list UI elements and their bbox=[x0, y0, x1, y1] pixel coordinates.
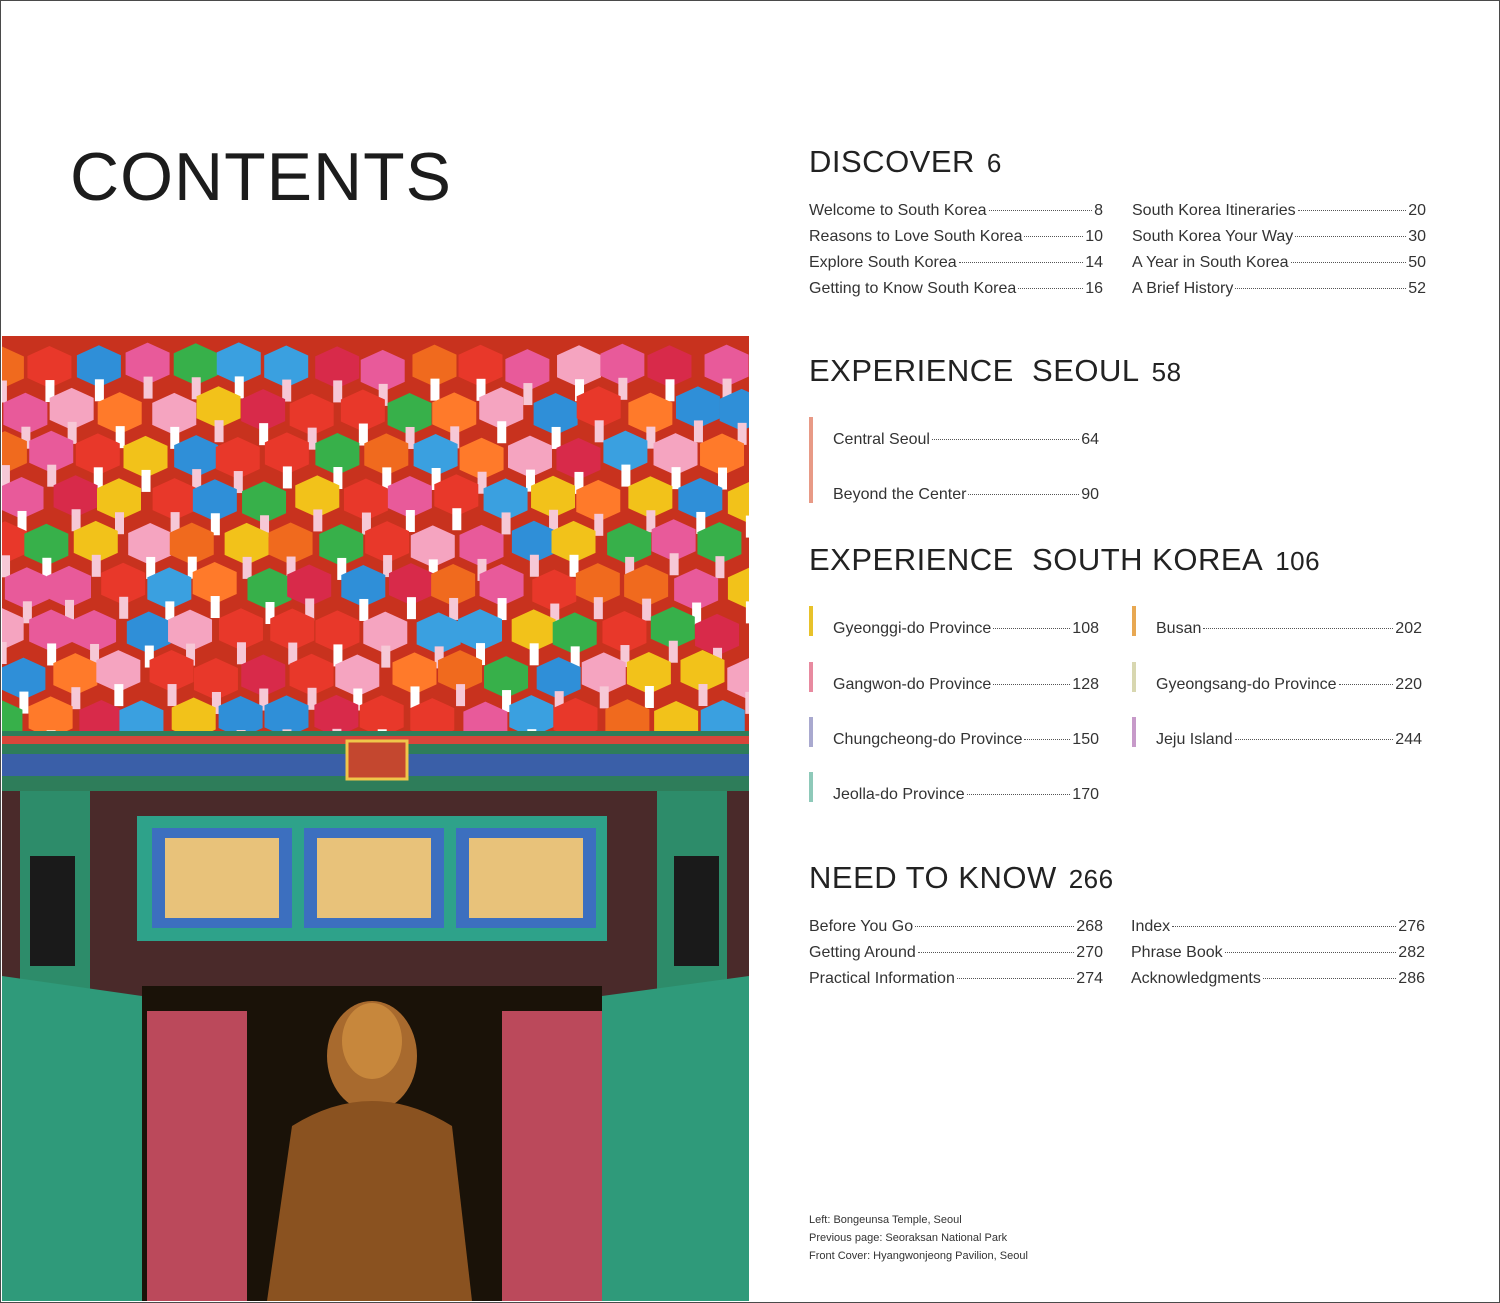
korea-list-left: Gyeonggi-do Province 108 Gangwon-do Provi… bbox=[833, 620, 1099, 820]
discover-list-right: South Korea Itineraries 20 South Korea Yo… bbox=[1132, 202, 1426, 312]
credit-line: Previous page: Seoraksan National Park bbox=[809, 1232, 1008, 1244]
jeju-accent-bar bbox=[1132, 717, 1136, 747]
discover-list-left: Welcome to South Korea 8 Reasons to Love … bbox=[809, 202, 1103, 312]
toc-entry[interactable]: Acknowledgments 286 bbox=[1131, 970, 1425, 992]
gangwon-accent-bar bbox=[809, 662, 813, 692]
toc-entry[interactable]: Practical Information 274 bbox=[809, 970, 1103, 992]
toc-entry[interactable]: Gyeonggi-do Province 108 bbox=[833, 620, 1099, 642]
toc-entry[interactable]: Central Seoul 64 bbox=[833, 431, 1099, 453]
seoul-heading: EXPERIENCE SEOUL 58 bbox=[809, 353, 1182, 389]
toc-entry[interactable]: Welcome to South Korea 8 bbox=[809, 202, 1103, 224]
gyeongsang-accent-bar bbox=[1132, 662, 1136, 692]
need-heading: NEED TO KNOW 266 bbox=[809, 860, 1114, 896]
credit-line: Front Cover: Hyangwonjeong Pavilion, Seo… bbox=[809, 1250, 1028, 1262]
toc-entry[interactable]: Chungcheong-do Province 150 bbox=[833, 731, 1099, 753]
discover-heading: DISCOVER 6 bbox=[809, 144, 1002, 180]
toc-entry[interactable]: Getting to Know South Korea 16 bbox=[809, 280, 1103, 302]
toc-entry[interactable]: Explore South Korea 14 bbox=[809, 254, 1103, 276]
discover-heading-page: 6 bbox=[986, 148, 1002, 178]
toc-entry[interactable]: Before You Go 268 bbox=[809, 918, 1103, 940]
korea-heading-page: 106 bbox=[1275, 546, 1321, 576]
toc-entry[interactable]: Index 276 bbox=[1131, 918, 1425, 940]
seoul-heading-text: EXPERIENCE SEOUL bbox=[809, 353, 1140, 388]
need-heading-page: 266 bbox=[1068, 864, 1114, 894]
toc-entry[interactable]: Beyond the Center 90 bbox=[833, 486, 1099, 508]
korea-heading-text: EXPERIENCE SOUTH KOREA bbox=[809, 542, 1264, 577]
chungcheong-accent-bar bbox=[809, 717, 813, 747]
need-list-left: Before You Go 268 Getting Around 270 Pract… bbox=[809, 918, 1103, 998]
photo-credits: Left: Bongeunsa Temple, Seoul Previous p… bbox=[809, 1211, 1028, 1265]
seoul-list: Central Seoul 64 Beyond the Center 90 bbox=[833, 431, 1099, 511]
toc-entry[interactable]: Reasons to Love South Korea 10 bbox=[809, 228, 1103, 250]
toc-entry[interactable]: A Brief History 52 bbox=[1132, 280, 1426, 302]
toc-entry[interactable]: Phrase Book 282 bbox=[1131, 944, 1425, 966]
toc-entry[interactable]: Gyeongsang-do Province 220 bbox=[1156, 676, 1422, 698]
toc-entry[interactable]: South Korea Itineraries 20 bbox=[1132, 202, 1426, 224]
toc-entry[interactable]: Getting Around 270 bbox=[809, 944, 1103, 966]
toc-entry[interactable]: Jeju Island 244 bbox=[1156, 731, 1422, 753]
need-heading-text: NEED TO KNOW bbox=[809, 860, 1057, 895]
jeolla-accent-bar bbox=[809, 772, 813, 802]
discover-heading-text: DISCOVER bbox=[809, 144, 975, 179]
seoul-heading-page: 58 bbox=[1151, 357, 1182, 387]
need-list-right: Index 276 Phrase Book 282 Acknowledgments 2… bbox=[1131, 918, 1425, 998]
temple-lanterns-photo bbox=[2, 336, 749, 1301]
toc-entry[interactable]: Busan 202 bbox=[1156, 620, 1422, 642]
korea-list-right: Busan 202 Gyeongsang-do Province 220 Jeju … bbox=[1156, 620, 1422, 770]
toc-entry[interactable]: South Korea Your Way 30 bbox=[1132, 228, 1426, 250]
toc-entry[interactable]: A Year in South Korea 50 bbox=[1132, 254, 1426, 276]
korea-heading: EXPERIENCE SOUTH KOREA 106 bbox=[809, 542, 1320, 578]
toc-entry[interactable]: Jeolla-do Province 170 bbox=[833, 786, 1099, 808]
page-title: CONTENTS bbox=[70, 139, 452, 215]
busan-accent-bar bbox=[1132, 606, 1136, 636]
gyeonggi-accent-bar bbox=[809, 606, 813, 636]
seoul-accent-bar bbox=[809, 417, 813, 503]
toc-entry[interactable]: Gangwon-do Province 128 bbox=[833, 676, 1099, 698]
credit-line: Left: Bongeunsa Temple, Seoul bbox=[809, 1214, 962, 1226]
